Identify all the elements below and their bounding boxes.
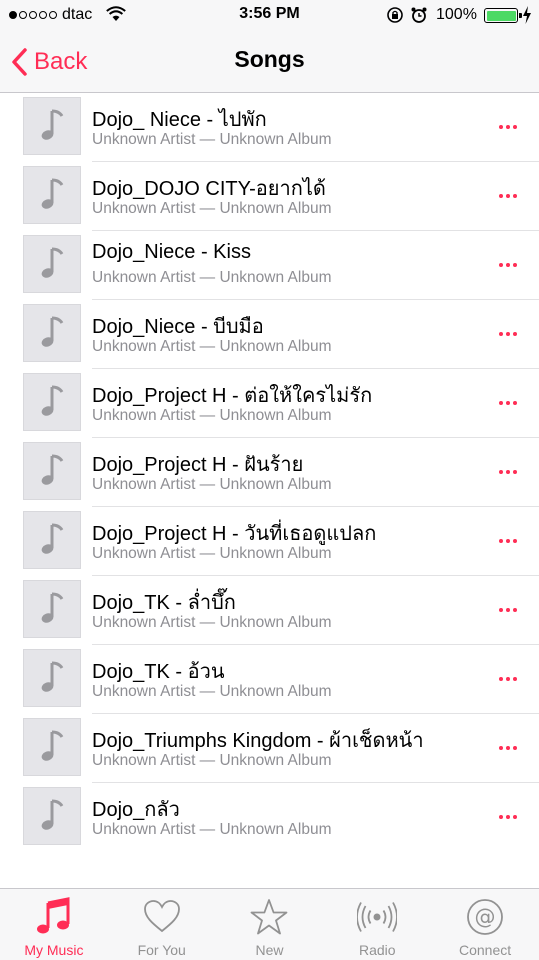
song-row[interactable]: Dojo_Project H - ต่อให้ใครไม่รัก Unknown…	[0, 369, 539, 438]
song-title: Dojo_Niece - Kiss	[92, 241, 251, 263]
song-subtitle: Unknown Artist — Unknown Album	[92, 821, 332, 838]
tab-label: Radio	[358, 942, 396, 958]
album-artwork-placeholder	[23, 97, 81, 155]
battery-icon	[484, 8, 522, 23]
song-row[interactable]: Dojo_กลัว Unknown Artist — Unknown Album	[0, 783, 539, 852]
music-note-icon	[41, 661, 64, 692]
more-options-button[interactable]	[490, 320, 526, 348]
more-options-button[interactable]	[490, 596, 526, 624]
song-subtitle: Unknown Artist — Unknown Album	[92, 614, 332, 631]
song-subtitle: Unknown Artist — Unknown Album	[92, 407, 332, 424]
music-note-icon	[41, 316, 64, 347]
music-note-icon	[36, 897, 70, 934]
album-artwork-placeholder	[23, 787, 81, 845]
music-note-icon	[41, 592, 64, 623]
more-options-button[interactable]	[490, 527, 526, 555]
album-artwork-placeholder	[23, 373, 81, 431]
song-row[interactable]: Dojo_TK - ล่ำบึ๊ก Unknown Artist — Unkno…	[0, 576, 539, 645]
more-options-button[interactable]	[490, 389, 526, 417]
music-note-icon	[41, 109, 64, 140]
album-artwork-placeholder	[23, 511, 81, 569]
header: dtac 3:56 PM 100% Back Songs	[0, 0, 539, 93]
more-options-button[interactable]	[490, 251, 526, 279]
heart-icon	[143, 900, 180, 933]
song-row[interactable]: Dojo_Project H - ฝันร้าย Unknown Artist …	[0, 438, 539, 507]
album-artwork-placeholder	[23, 304, 81, 362]
music-note-icon	[41, 799, 64, 830]
song-subtitle: Unknown Artist — Unknown Album	[92, 683, 332, 700]
music-note-icon	[41, 730, 64, 761]
album-artwork-placeholder	[23, 580, 81, 638]
status-bar: dtac 3:56 PM 100%	[0, 0, 539, 32]
more-options-button[interactable]	[490, 113, 526, 141]
tab-new[interactable]: New	[216, 889, 324, 960]
tab-label: Connect	[459, 942, 512, 958]
page-title: Songs	[234, 46, 305, 72]
music-note-icon	[41, 385, 64, 416]
tab-label: For You	[137, 942, 186, 958]
more-options-button[interactable]	[490, 458, 526, 486]
song-row[interactable]: Dojo_Project H - วันที่เธอดูแปลก Unknown…	[0, 507, 539, 576]
song-row[interactable]: Dojo_TK - อ้วน Unknown Artist — Unknown …	[0, 645, 539, 714]
music-note-icon	[41, 454, 64, 485]
music-note-icon	[41, 523, 64, 554]
song-row[interactable]: Dojo_ Niece - ไปพัก Unknown Artist — Unk…	[0, 93, 539, 162]
charging-bolt-icon	[523, 6, 531, 24]
album-artwork-placeholder	[23, 718, 81, 776]
album-artwork-placeholder	[23, 442, 81, 500]
radio-icon	[357, 902, 398, 932]
tab-connect[interactable]: @ Connect	[431, 889, 539, 960]
album-artwork-placeholder	[23, 166, 81, 224]
more-options-button[interactable]	[490, 803, 526, 831]
tab-for-you[interactable]: For You	[108, 889, 216, 960]
music-note-icon	[41, 247, 64, 278]
more-options-button[interactable]	[490, 665, 526, 693]
rotation-lock-icon	[387, 7, 403, 23]
song-subtitle: Unknown Artist — Unknown Album	[92, 545, 332, 562]
navigation-bar: Back Songs	[0, 32, 539, 92]
song-subtitle: Unknown Artist — Unknown Album	[92, 200, 332, 217]
tab-radio[interactable]: Radio	[323, 889, 431, 960]
more-options-button[interactable]	[490, 734, 526, 762]
tab-label: New	[255, 942, 284, 958]
song-subtitle: Unknown Artist — Unknown Album	[92, 269, 332, 286]
more-options-button[interactable]	[490, 182, 526, 210]
at-sign-icon: @	[467, 899, 503, 935]
battery-percent: 100%	[436, 6, 477, 23]
song-row[interactable]: Dojo_Triumphs Kingdom - ผ้าเช็ดหน้า Unkn…	[0, 714, 539, 783]
svg-text:@: @	[475, 905, 496, 929]
tab-bar: My Music For You New Radio @ Connect	[0, 888, 539, 960]
album-artwork-placeholder	[23, 235, 81, 293]
album-artwork-placeholder	[23, 649, 81, 707]
music-note-icon	[41, 178, 64, 209]
song-row[interactable]: Dojo_Niece - Kiss Unknown Artist — Unkno…	[0, 231, 539, 300]
song-row[interactable]: Dojo_Niece - บีบมือ Unknown Artist — Unk…	[0, 300, 539, 369]
tab-label: My Music	[24, 942, 84, 958]
song-list: Dojo_ Niece - ไปพัก Unknown Artist — Unk…	[0, 93, 539, 852]
song-subtitle: Unknown Artist — Unknown Album	[92, 752, 332, 769]
song-subtitle: Unknown Artist — Unknown Album	[92, 338, 332, 355]
star-icon	[251, 899, 288, 935]
song-subtitle: Unknown Artist — Unknown Album	[92, 131, 332, 148]
tab-my-music[interactable]: My Music	[0, 889, 108, 960]
song-subtitle: Unknown Artist — Unknown Album	[92, 476, 332, 493]
alarm-icon	[411, 7, 427, 23]
song-row[interactable]: Dojo_DOJO CITY-อยากได้ Unknown Artist — …	[0, 162, 539, 231]
